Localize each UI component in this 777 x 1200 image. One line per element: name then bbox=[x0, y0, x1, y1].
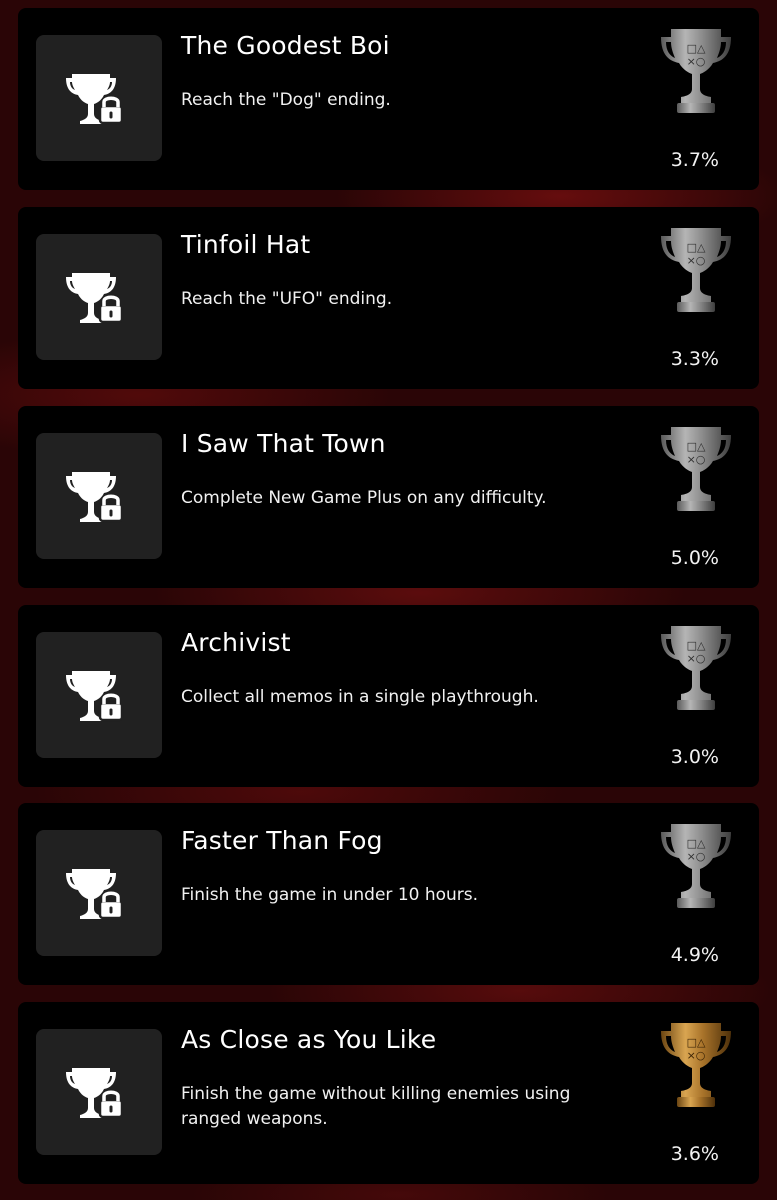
svg-text:□△: □△ bbox=[687, 440, 706, 453]
trophy-title: I Saw That Town bbox=[181, 429, 386, 458]
trophy-title: Archivist bbox=[181, 628, 291, 657]
trophy-title: Faster Than Fog bbox=[181, 826, 383, 855]
trophy-description: Complete New Game Plus on any difficulty… bbox=[181, 488, 547, 508]
svg-text:□△: □△ bbox=[687, 837, 706, 850]
trophy-rarity: 3.6% bbox=[670, 1143, 719, 1165]
svg-text:×○: ×○ bbox=[687, 55, 706, 68]
trophy-rarity: 3.0% bbox=[670, 746, 719, 768]
trophy-rarity: 4.9% bbox=[670, 944, 719, 966]
silver-trophy-icon: □△ ×○ bbox=[661, 824, 731, 908]
gold-trophy-icon: □△ ×○ bbox=[661, 1023, 731, 1107]
svg-text:□△: □△ bbox=[687, 639, 706, 652]
trophy-card[interactable]: Tinfoil Hat Reach the "UFO" ending. □△ ×… bbox=[18, 207, 759, 389]
locked-trophy-icon-box bbox=[36, 35, 162, 161]
svg-text:×○: ×○ bbox=[687, 453, 706, 466]
trophy-description: Finish the game in under 10 hours. bbox=[181, 885, 479, 905]
locked-trophy-icon bbox=[66, 273, 124, 324]
trophy-card[interactable]: As Close as You Like Finish the game wit… bbox=[18, 1002, 759, 1184]
svg-text:□△: □△ bbox=[687, 1036, 706, 1049]
svg-text:□△: □△ bbox=[687, 42, 706, 55]
locked-trophy-icon-box bbox=[36, 234, 162, 360]
locked-trophy-icon bbox=[66, 74, 124, 125]
trophy-card[interactable]: I Saw That Town Complete New Game Plus o… bbox=[18, 406, 759, 588]
locked-trophy-icon-box bbox=[36, 433, 162, 559]
silver-trophy-icon: □△ ×○ bbox=[661, 626, 731, 710]
silver-trophy-icon: □△ ×○ bbox=[661, 427, 731, 511]
locked-trophy-icon-box bbox=[36, 1029, 162, 1155]
trophy-title: Tinfoil Hat bbox=[181, 230, 311, 259]
locked-trophy-icon bbox=[66, 869, 124, 920]
trophy-card[interactable]: Archivist Collect all memos in a single … bbox=[18, 605, 759, 787]
silver-trophy-icon: □△ ×○ bbox=[661, 228, 731, 312]
trophy-card[interactable]: Faster Than Fog Finish the game in under… bbox=[18, 803, 759, 985]
locked-trophy-icon bbox=[66, 1068, 124, 1119]
locked-trophy-icon-box bbox=[36, 830, 162, 956]
trophy-rarity: 3.7% bbox=[670, 149, 719, 171]
svg-text:×○: ×○ bbox=[687, 1049, 706, 1062]
trophy-rarity: 5.0% bbox=[670, 547, 719, 569]
svg-text:×○: ×○ bbox=[687, 652, 706, 665]
trophy-description: Finish the game without killing enemies … bbox=[181, 1084, 571, 1129]
svg-text:□△: □△ bbox=[687, 241, 706, 254]
trophy-rarity: 3.3% bbox=[670, 348, 719, 370]
locked-trophy-icon bbox=[66, 671, 124, 722]
locked-trophy-icon-box bbox=[36, 632, 162, 758]
silver-trophy-icon: □△ ×○ bbox=[661, 29, 731, 113]
trophy-description: Reach the "UFO" ending. bbox=[181, 289, 393, 309]
trophy-description: Reach the "Dog" ending. bbox=[181, 90, 391, 110]
svg-text:×○: ×○ bbox=[687, 254, 706, 267]
trophy-description: Collect all memos in a single playthroug… bbox=[181, 687, 539, 707]
svg-text:×○: ×○ bbox=[687, 850, 706, 863]
trophy-card[interactable]: The Goodest Boi Reach the "Dog" ending. … bbox=[18, 8, 759, 190]
trophy-title: The Goodest Boi bbox=[181, 31, 390, 60]
locked-trophy-icon bbox=[66, 472, 124, 523]
trophy-title: As Close as You Like bbox=[181, 1025, 437, 1054]
